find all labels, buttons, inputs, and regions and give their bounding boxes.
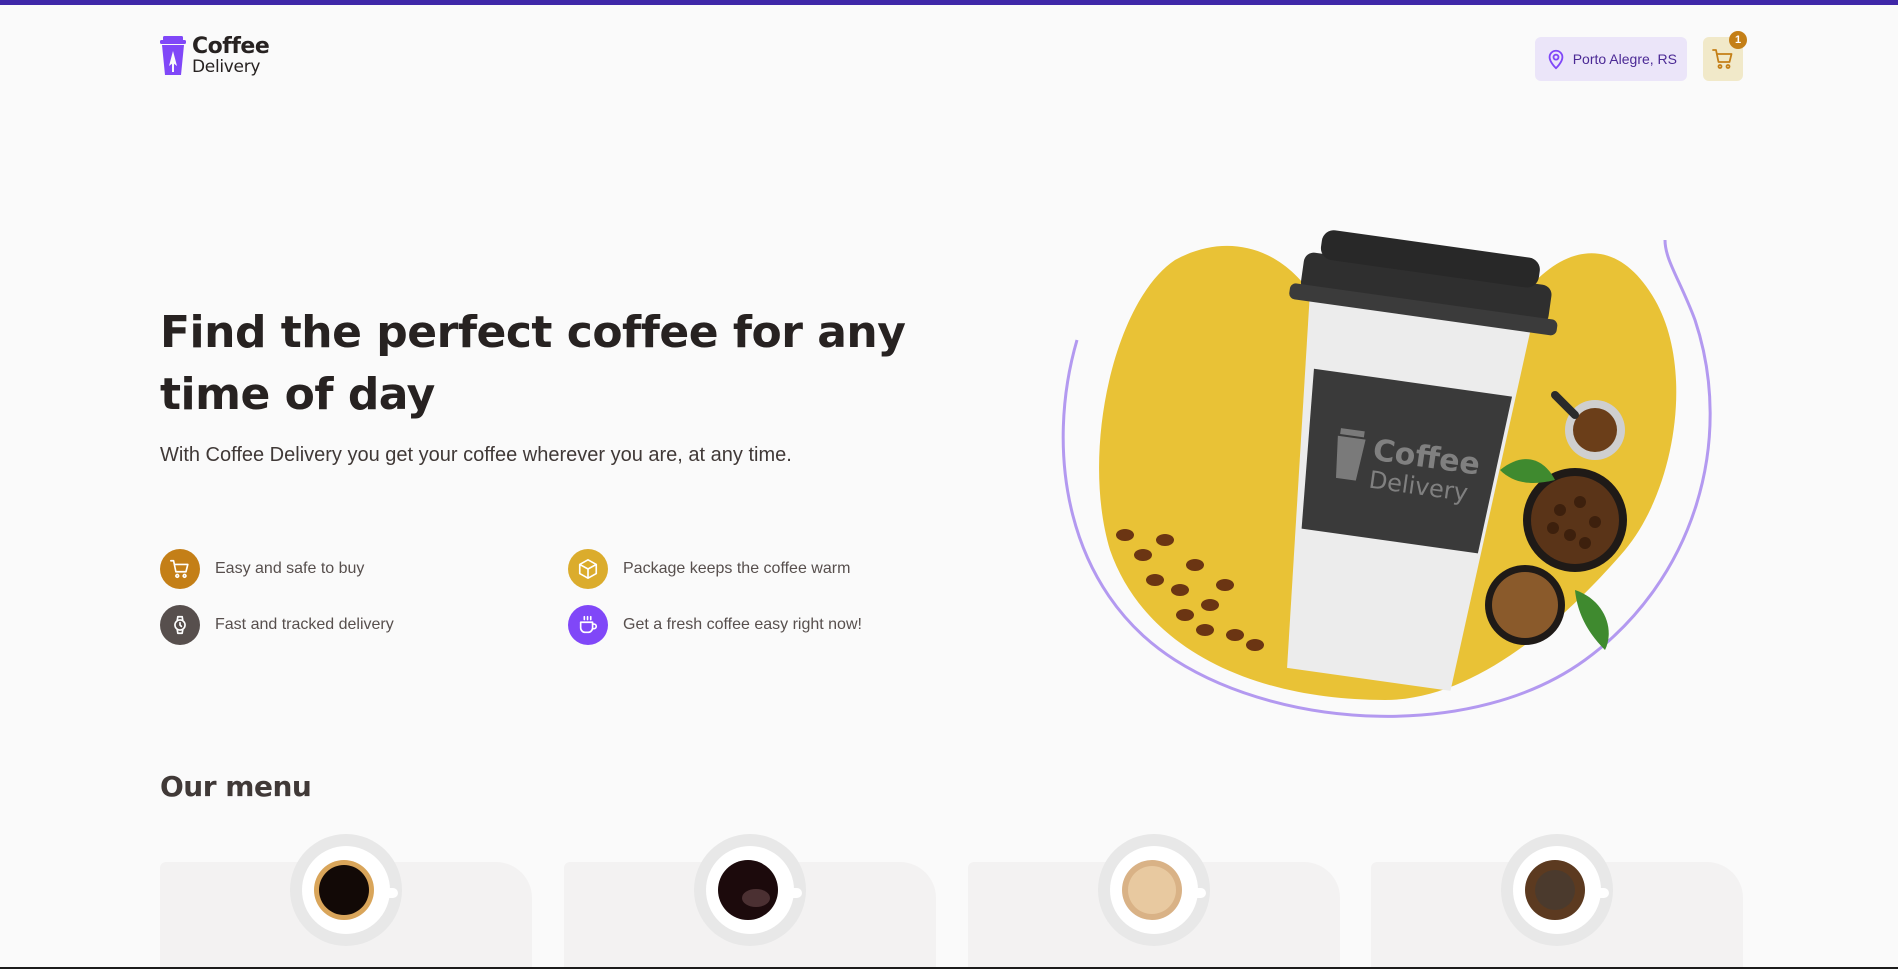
top-accent-bar xyxy=(0,0,1898,5)
cart-count-badge: 1 xyxy=(1729,31,1747,49)
coffee-cup-icon xyxy=(568,605,608,645)
feature-item: Fast and tracked delivery xyxy=(160,605,394,645)
brand-logo[interactable]: Coffee Delivery xyxy=(160,34,270,77)
feature-label: Get a fresh coffee easy right now! xyxy=(623,616,862,633)
feature-label: Easy and safe to buy xyxy=(215,560,365,577)
hero-title: Find the perfect coffee for any time of … xyxy=(160,307,906,420)
feature-label: Package keeps the coffee warm xyxy=(623,560,851,577)
feature-label: Fast and tracked delivery xyxy=(215,616,394,633)
coffee-cup-image xyxy=(1501,834,1613,946)
feature-item: Get a fresh coffee easy right now! xyxy=(568,605,862,645)
shopping-cart-icon xyxy=(1712,49,1733,69)
hero-subtitle: With Coffee Delivery you get your coffee… xyxy=(160,444,792,466)
coffee-cup-image xyxy=(694,834,806,946)
menu-title: Our menu xyxy=(160,770,312,803)
location-label: Porto Alegre, RS xyxy=(1572,51,1677,67)
location-button[interactable]: Porto Alegre, RS xyxy=(1534,37,1687,81)
cart-button[interactable]: 1 xyxy=(1703,31,1747,81)
coffee-cup-image xyxy=(290,834,402,946)
package-icon xyxy=(568,549,608,589)
cart-icon xyxy=(160,549,200,589)
hero-coffee-illustration: Coffee Delivery xyxy=(1061,230,1712,718)
feature-item: Easy and safe to buy xyxy=(160,549,364,589)
brand-name-line1: Coffee xyxy=(192,34,270,59)
features-list: Easy and safe to buy Package keeps the c… xyxy=(160,549,920,649)
site-header: Coffee Delivery Porto Alegre, RS 1 xyxy=(160,31,1747,82)
coffee-cup-logo-icon xyxy=(160,36,186,75)
feature-item: Package keeps the coffee warm xyxy=(568,549,850,589)
watch-icon xyxy=(160,605,200,645)
coffee-cup-image xyxy=(1098,834,1210,946)
map-pin-icon xyxy=(1548,49,1564,70)
brand-name-line2: Delivery xyxy=(192,57,261,77)
